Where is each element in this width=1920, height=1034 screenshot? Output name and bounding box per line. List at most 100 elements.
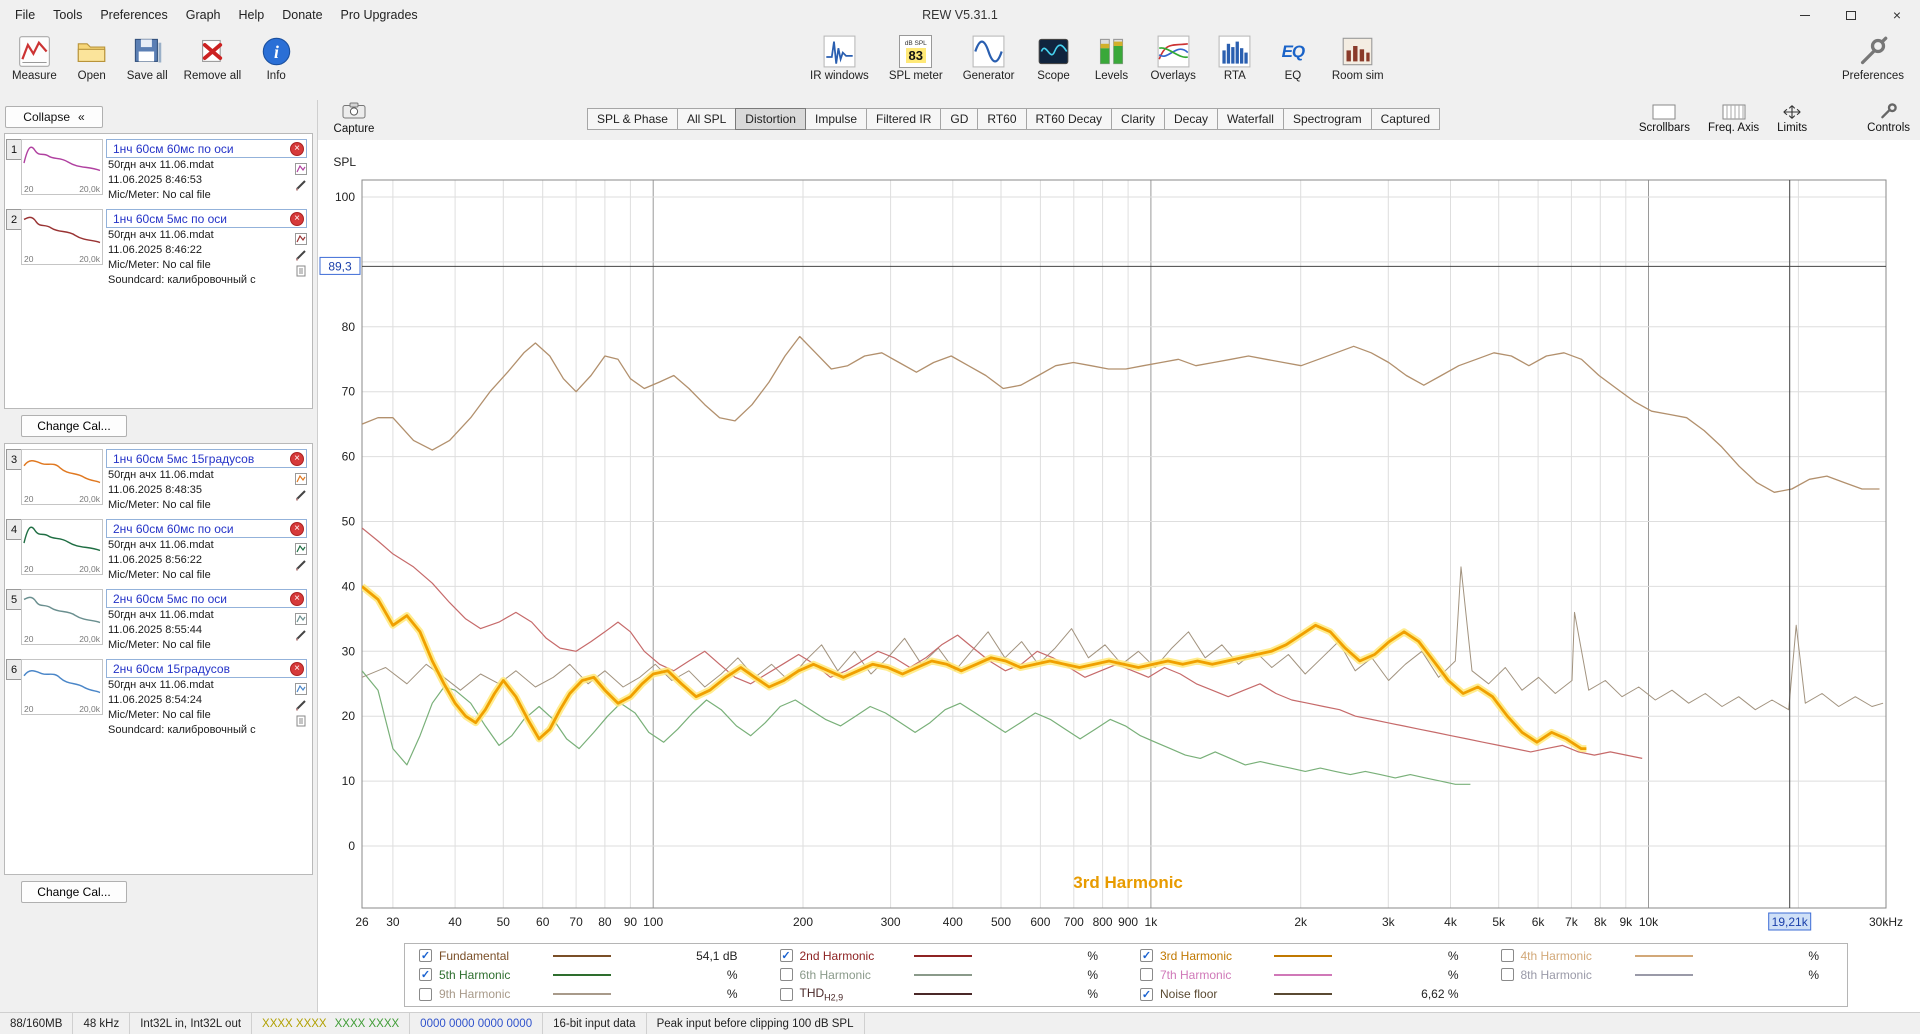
legend-checkbox-4th-harmonic[interactable] [1500,949,1514,963]
delete-measurement-button[interactable]: × [290,211,304,226]
legend-checkbox-fundamental[interactable]: ✓ [419,949,432,963]
legend-checkbox-8th-harmonic[interactable] [1500,968,1514,982]
toolbar-button-scope[interactable]: Scope [1031,33,1077,84]
delete-measurement-button[interactable]: × [290,661,304,676]
tab-gd[interactable]: GD [940,108,979,130]
measurement-item[interactable]: 4 20 20,0k 2нч 60см 60мс по оси × 50гдн ачх 1… [5,517,312,587]
measurement-title-row[interactable]: 2нч 60см 15градусов × [106,659,307,678]
pencil-icon[interactable] [295,629,307,641]
distortion-chart[interactable]: 26 30 40 50 60 70 80 90 100 200 300 400 500 600 700 800… [318,140,1920,940]
measurement-number-tab[interactable]: 1 [6,139,21,160]
maximize-button[interactable] [1828,0,1874,30]
toolbar-button-generator[interactable]: Generator [959,33,1019,84]
delete-measurement-button[interactable]: × [290,591,304,606]
measurement-thumbnail[interactable]: 20 20,0k [21,589,103,645]
measurement-item[interactable]: 2 20 20,0k 1нч 60см 5мс по оси × 50гдн ачх 11… [5,207,312,292]
toolbar-button-spl-meter[interactable]: dB SPL 83 SPL meter [885,33,947,84]
notes-icon[interactable] [295,265,307,277]
tab-impulse[interactable]: Impulse [804,108,868,130]
legend-checkbox-6th-harmonic[interactable] [779,968,793,982]
tab-rt60[interactable]: RT60 [977,108,1027,130]
toolbar-button-room-sim[interactable]: Room sim [1328,33,1388,84]
measurement-title-row[interactable]: 1нч 60см 60мс по оси × [106,139,307,158]
legend-checkbox-3rd-harmonic[interactable]: ✓ [1140,949,1153,963]
tab-decay[interactable]: Decay [1164,108,1219,130]
measurement-title-row[interactable]: 1нч 60см 5мс по оси × [106,209,307,228]
measurement-thumbnail[interactable]: 20 20,0k [21,449,103,505]
measurement-title-row[interactable]: 2нч 60см 60мс по оси × [106,519,307,538]
measurement-item[interactable]: 6 20 20,0k 2нч 60см 15градусов × 50гдн ачх 11… [5,657,312,742]
toolbar-button-rta[interactable]: RTA [1212,33,1258,84]
toolbar-button-measure[interactable]: Measure [8,33,61,84]
measurement-number-tab[interactable]: 4 [6,519,21,540]
pencil-icon[interactable] [295,489,307,501]
tab-captured[interactable]: Captured [1370,108,1441,130]
pencil-icon[interactable] [295,249,307,261]
toolbar-button-overlays[interactable]: Overlays [1147,33,1200,84]
tab-distortion[interactable]: Distortion [735,108,806,130]
pencil-icon[interactable] [295,699,307,711]
measurement-item[interactable]: 1 20 20,0k 1нч 60см 60мс по оси × 50гдн ачх 1… [5,137,312,207]
delete-measurement-button[interactable]: × [290,451,304,466]
tab-waterfall[interactable]: Waterfall [1217,108,1284,130]
freq-axis-button[interactable]: Freq. Axis [1708,103,1759,134]
measurement-title-row[interactable]: 2нч 60см 5мс по оси × [106,589,307,608]
toolbar-button-open[interactable]: Open [69,33,115,84]
toolbar-button-info[interactable]: i Info [253,33,299,84]
tab-spl-phase[interactable]: SPL & Phase [587,108,678,130]
controls-button[interactable]: Controls [1867,103,1910,134]
menu-preferences[interactable]: Preferences [91,0,176,30]
tab-all-spl[interactable]: All SPL [676,108,737,130]
measurement-thumbnail[interactable]: 20 20,0k [21,209,103,265]
change-cal-button-top[interactable]: Change Cal... [21,415,127,437]
toolbar-button-save-all[interactable]: Save all [123,33,172,84]
toolbar-button-ir-windows[interactable]: IR windows [806,33,873,84]
pencil-icon[interactable] [295,179,307,191]
legend-checkbox-9th-harmonic[interactable] [419,987,432,1001]
mini-chart-icon[interactable] [295,543,307,555]
delete-measurement-button[interactable]: × [290,521,304,536]
mini-chart-icon[interactable] [295,163,307,175]
menu-graph[interactable]: Graph [177,0,230,30]
collapse-button[interactable]: Collapse « [5,106,103,128]
legend-checkbox-7th-harmonic[interactable] [1140,968,1153,982]
measurement-title-row[interactable]: 1нч 60см 5мс 15градусов × [106,449,307,468]
menu-file[interactable]: File [6,0,44,30]
toolbar-button-levels[interactable]: Levels [1089,33,1135,84]
legend-checkbox-noise-floor[interactable]: ✓ [1140,987,1153,1001]
delete-measurement-button[interactable]: × [290,141,304,156]
toolbar-button-eq[interactable]: EQ EQ [1270,33,1316,84]
mini-chart-icon[interactable] [295,473,307,485]
legend-checkbox-2nd-harmonic[interactable]: ✓ [779,949,793,963]
change-cal-button-bottom[interactable]: Change Cal... [21,881,127,903]
measurement-thumbnail[interactable]: 20 20,0k [21,519,103,575]
toolbar-button-remove-all[interactable]: Remove all [180,33,246,84]
tab-filtered-ir[interactable]: Filtered IR [866,108,942,130]
menu-help[interactable]: Help [230,0,274,30]
measurement-item[interactable]: 3 20 20,0k 1нч 60см 5мс 15градусов × 50гдн ач… [5,447,312,517]
mini-chart-icon[interactable] [295,613,307,625]
limits-button[interactable]: Limits [1777,103,1807,134]
legend-checkbox-thd[interactable] [779,987,793,1001]
capture-button[interactable]: Capture [330,102,378,135]
minimize-button[interactable] [1782,0,1828,30]
tab-rt60-decay[interactable]: RT60 Decay [1025,108,1112,130]
measurement-thumbnail[interactable]: 20 20,0k [21,139,103,195]
measurement-number-tab[interactable]: 5 [6,589,21,610]
measurement-number-tab[interactable]: 3 [6,449,21,470]
scrollbars-button[interactable]: Scrollbars [1639,103,1690,134]
notes-icon[interactable] [295,715,307,727]
mini-chart-icon[interactable] [295,683,307,695]
pencil-icon[interactable] [295,559,307,571]
tab-clarity[interactable]: Clarity [1111,108,1166,130]
menu-pro-upgrades[interactable]: Pro Upgrades [332,0,427,30]
mini-chart-icon[interactable] [295,233,307,245]
close-button[interactable]: × [1874,0,1920,30]
tab-spectrogram[interactable]: Spectrogram [1282,108,1372,130]
measurement-number-tab[interactable]: 6 [6,659,21,680]
legend-checkbox-5th-harmonic[interactable]: ✓ [419,968,432,982]
measurement-thumbnail[interactable]: 20 20,0k [21,659,103,715]
menu-donate[interactable]: Donate [273,0,331,30]
toolbar-button-preferences[interactable]: Preferences [1838,33,1908,84]
menu-tools[interactable]: Tools [44,0,91,30]
